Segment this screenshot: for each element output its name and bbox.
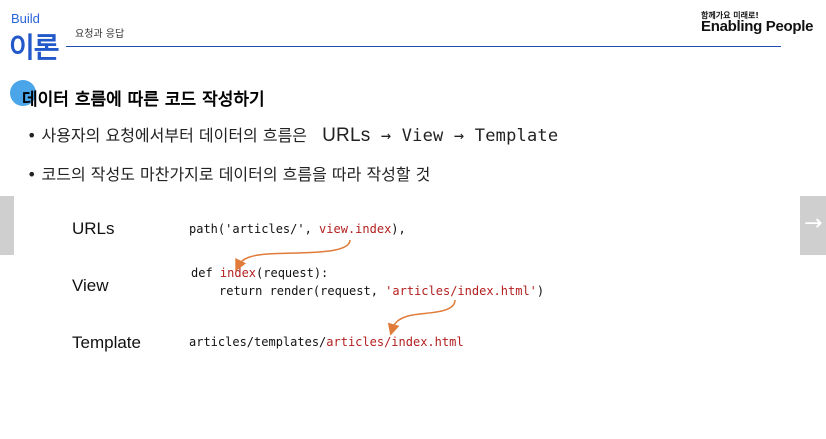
flow-arrows <box>235 239 456 336</box>
next-slide-button[interactable]: → <box>800 196 826 255</box>
arrow-view-to-template <box>387 299 456 336</box>
prev-slide-button[interactable] <box>0 196 14 255</box>
arrow-urls-to-view <box>235 239 351 272</box>
arrow-right-icon: → <box>804 211 823 236</box>
